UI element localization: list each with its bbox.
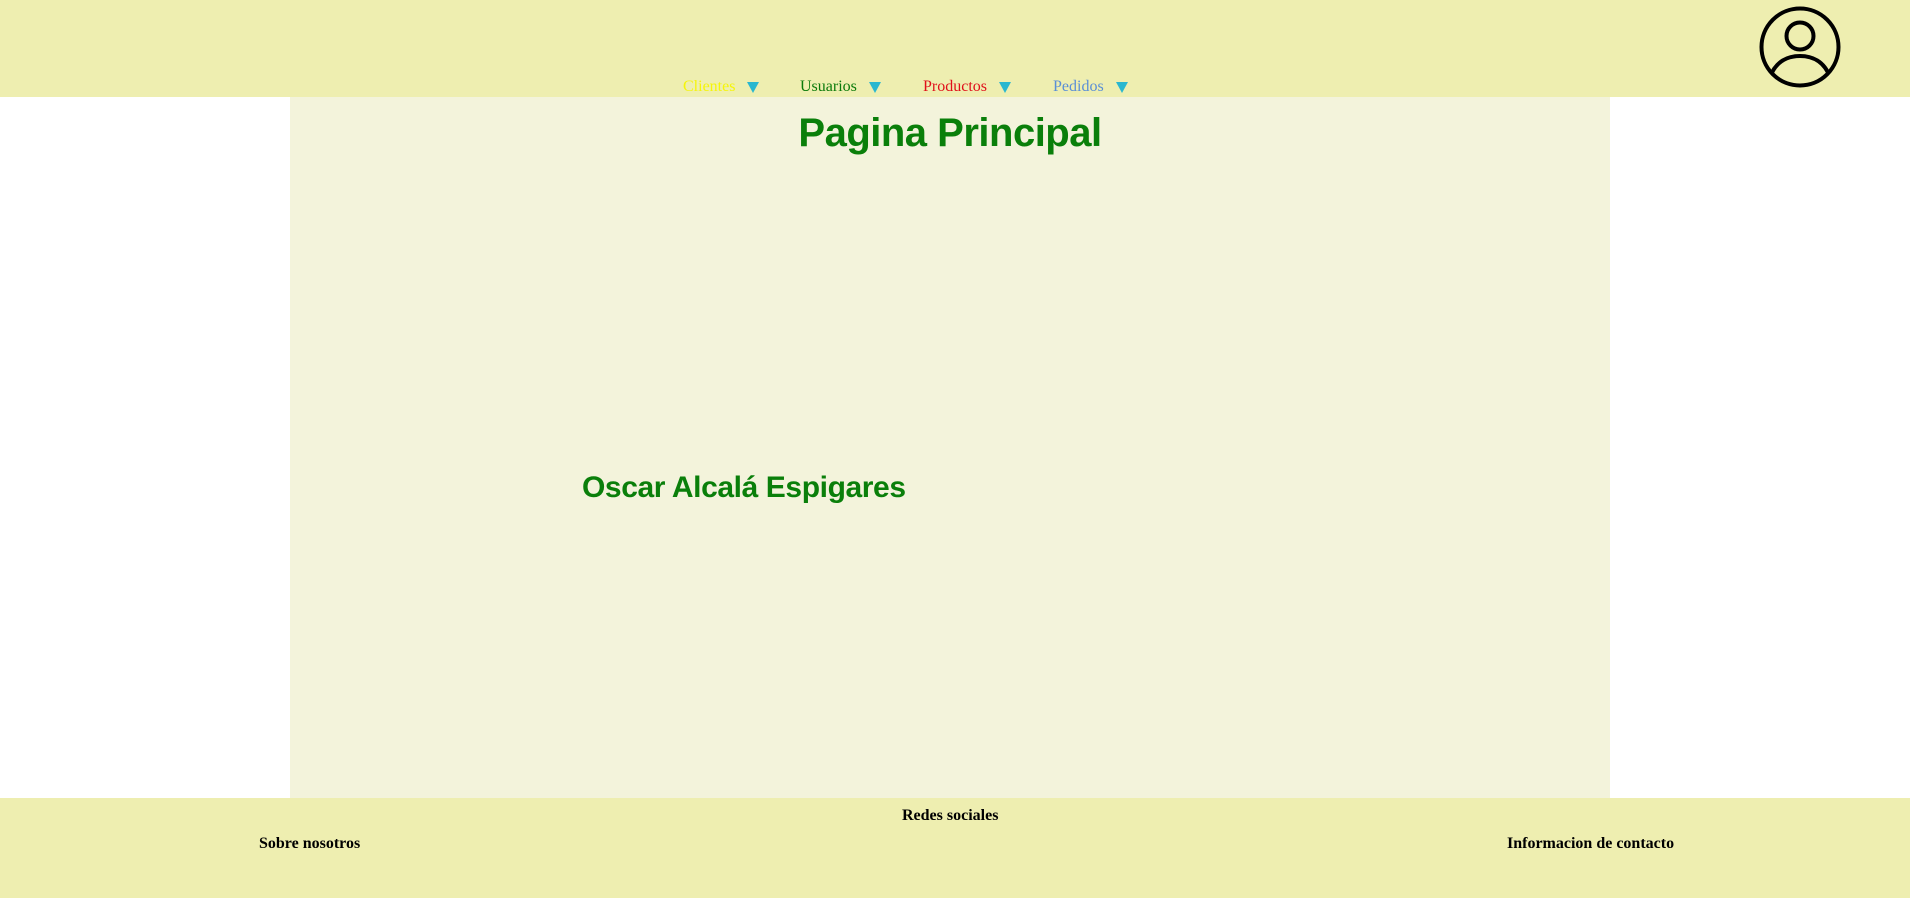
triangle-down-icon[interactable] — [747, 81, 760, 93]
nav-item-clientes[interactable]: Clientes — [683, 76, 760, 98]
page-title: Pagina Principal — [798, 111, 1102, 155]
user-circle-icon — [1759, 6, 1841, 88]
header-bar: Clientes Usuarios Productos Pedidos — [0, 0, 1910, 97]
triangle-down-icon[interactable] — [1115, 81, 1128, 93]
footer: Redes sociales Sobre nosotros Informacio… — [0, 798, 1910, 898]
nav-item-label: Clientes — [683, 78, 736, 95]
triangle-down-icon[interactable] — [999, 81, 1011, 93]
nav-item-usuarios[interactable]: Usuarios — [800, 76, 881, 98]
user-avatar-button[interactable] — [1758, 5, 1842, 89]
footer-contact-link[interactable]: Informacion de contacto — [1507, 835, 1674, 853]
footer-about-link[interactable]: Sobre nosotros — [259, 835, 360, 853]
triangle-down-icon[interactable] — [868, 81, 881, 93]
main-content: Pagina Principal Oscar Alcalá Espigares — [290, 97, 1610, 798]
nav-item-label: Usuarios — [800, 78, 857, 95]
main-nav: Clientes Usuarios Productos Pedidos — [0, 76, 1910, 98]
nav-item-label: Productos — [923, 78, 987, 95]
footer-social-link[interactable]: Redes sociales — [902, 807, 998, 825]
nav-item-label: Pedidos — [1053, 78, 1104, 95]
author-name: Oscar Alcalá Espigares — [582, 471, 906, 504]
nav-item-productos[interactable]: Productos — [923, 76, 1011, 98]
nav-item-pedidos[interactable]: Pedidos — [1053, 76, 1128, 98]
